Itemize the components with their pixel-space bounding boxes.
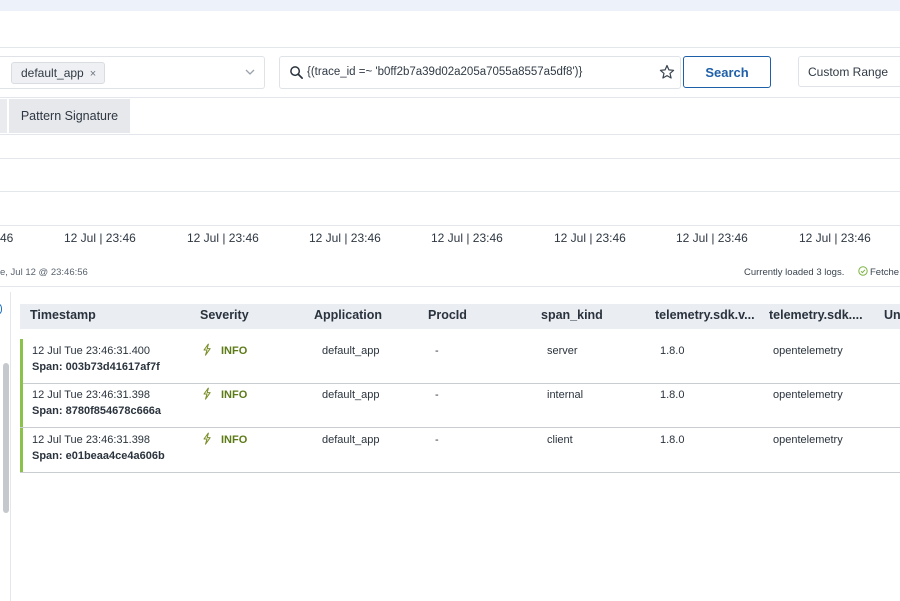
fetch-status-text: Fetche — [870, 267, 900, 278]
row-application: default_app — [322, 389, 380, 401]
row-sdk-version: 1.8.0 — [660, 434, 685, 446]
panel-toggle-icon[interactable] — [0, 303, 2, 315]
lightning-icon — [203, 432, 211, 445]
column-header-more[interactable]: Un — [884, 304, 900, 326]
timeline-tick: 12 Jul | 23:46 — [309, 231, 381, 245]
column-header-span-kind[interactable]: span_kind — [541, 304, 603, 326]
top-banner — [0, 0, 900, 11]
chart-axis-line — [0, 225, 900, 226]
timeline-tick: 12 Jul | 23:46 — [431, 231, 503, 245]
scrollbar-thumb[interactable] — [3, 363, 9, 513]
search-button[interactable]: Search — [683, 56, 771, 88]
query-box — [279, 56, 681, 89]
tab-previous[interactable] — [0, 99, 7, 133]
tab-pattern-signature[interactable]: Pattern Signature — [9, 99, 130, 133]
row-span-id: Span: 003b73d41617af7f — [32, 361, 160, 373]
column-header-sdk-name[interactable]: telemetry.sdk.... — [769, 304, 863, 326]
filter-divider — [0, 97, 900, 98]
row-sdk-name: opentelemetry — [773, 434, 843, 446]
star-icon[interactable] — [659, 64, 675, 80]
chip-remove-icon[interactable]: × — [90, 68, 96, 80]
column-header-procid[interactable]: ProcId — [428, 304, 467, 326]
row-sdk-name: opentelemetry — [773, 345, 843, 357]
row-application: default_app — [322, 434, 380, 446]
header-divider — [0, 47, 900, 48]
loaded-count-text: Currently loaded 3 logs. — [744, 267, 845, 278]
row-procid: - — [435, 345, 439, 357]
row-application: default_app — [322, 345, 380, 357]
query-input[interactable] — [307, 63, 647, 81]
column-header-application[interactable]: Application — [314, 304, 382, 326]
fetch-status: Fetche — [858, 266, 899, 278]
lightning-icon — [203, 343, 211, 356]
column-header-severity[interactable]: Severity — [200, 304, 249, 326]
chart-gridline — [0, 158, 900, 159]
row-span-kind: client — [547, 434, 573, 446]
timeline-tick: 12 Jul | 23:46 — [676, 231, 748, 245]
row-procid: - — [435, 389, 439, 401]
left-panel-edge — [10, 292, 11, 601]
table-row[interactable]: 12 Jul Tue 23:46:31.398 Span: 8780f85467… — [20, 383, 900, 428]
app-chip-label: default_app — [21, 66, 84, 80]
time-range-select[interactable]: Custom Range — [798, 56, 900, 87]
row-severity: INFO — [221, 389, 248, 401]
row-severity-marker — [20, 428, 23, 472]
row-span-kind: server — [547, 345, 578, 357]
row-severity: INFO — [221, 345, 248, 357]
row-span-id: Span: 8780f854678c666a — [32, 405, 162, 417]
chevron-down-icon[interactable] — [244, 66, 256, 78]
timeline-tick: 46 — [0, 231, 14, 245]
timeline-tick: 12 Jul | 23:46 — [554, 231, 626, 245]
row-sdk-version: 1.8.0 — [660, 389, 685, 401]
row-sdk-version: 1.8.0 — [660, 345, 685, 357]
timeline-tick: 12 Jul | 23:46 — [64, 231, 136, 245]
row-timestamp: 12 Jul Tue 23:46:31.398 — [32, 434, 151, 446]
check-circle-icon — [858, 266, 868, 276]
search-icon — [290, 66, 303, 79]
row-timestamp: 12 Jul Tue 23:46:31.398 — [32, 389, 151, 401]
time-range-text: e, Jul 12 @ 23:46:56 — [0, 267, 88, 278]
chart-gridline — [0, 191, 900, 192]
row-severity: INFO — [221, 434, 248, 446]
table-row[interactable]: 12 Jul Tue 23:46:31.398 Span: e01beaa4ce… — [20, 428, 900, 473]
row-sdk-name: opentelemetry — [773, 389, 843, 401]
row-span-id: Span: e01beaa4ce4a606b — [32, 450, 165, 462]
application-select[interactable]: default_app × — [0, 56, 265, 89]
table-header: Timestamp Severity Application ProcId sp… — [20, 304, 900, 329]
timeline-tick: 12 Jul | 23:46 — [799, 231, 871, 245]
table-row[interactable]: 12 Jul Tue 23:46:31.400 Span: 003b73d416… — [20, 339, 900, 384]
lightning-icon — [203, 387, 211, 400]
column-header-sdk-version[interactable]: telemetry.sdk.v... — [655, 304, 755, 326]
app-chip: default_app × — [11, 62, 106, 84]
row-severity-marker — [20, 339, 23, 383]
row-procid: - — [435, 434, 439, 446]
row-span-kind: internal — [547, 389, 584, 401]
row-timestamp: 12 Jul Tue 23:46:31.400 — [32, 345, 151, 357]
column-header-timestamp[interactable]: Timestamp — [30, 304, 96, 326]
chart-gridline — [0, 134, 900, 135]
row-severity-marker — [20, 383, 23, 427]
table-top-divider — [0, 286, 900, 287]
timeline-tick: 12 Jul | 23:46 — [187, 231, 259, 245]
